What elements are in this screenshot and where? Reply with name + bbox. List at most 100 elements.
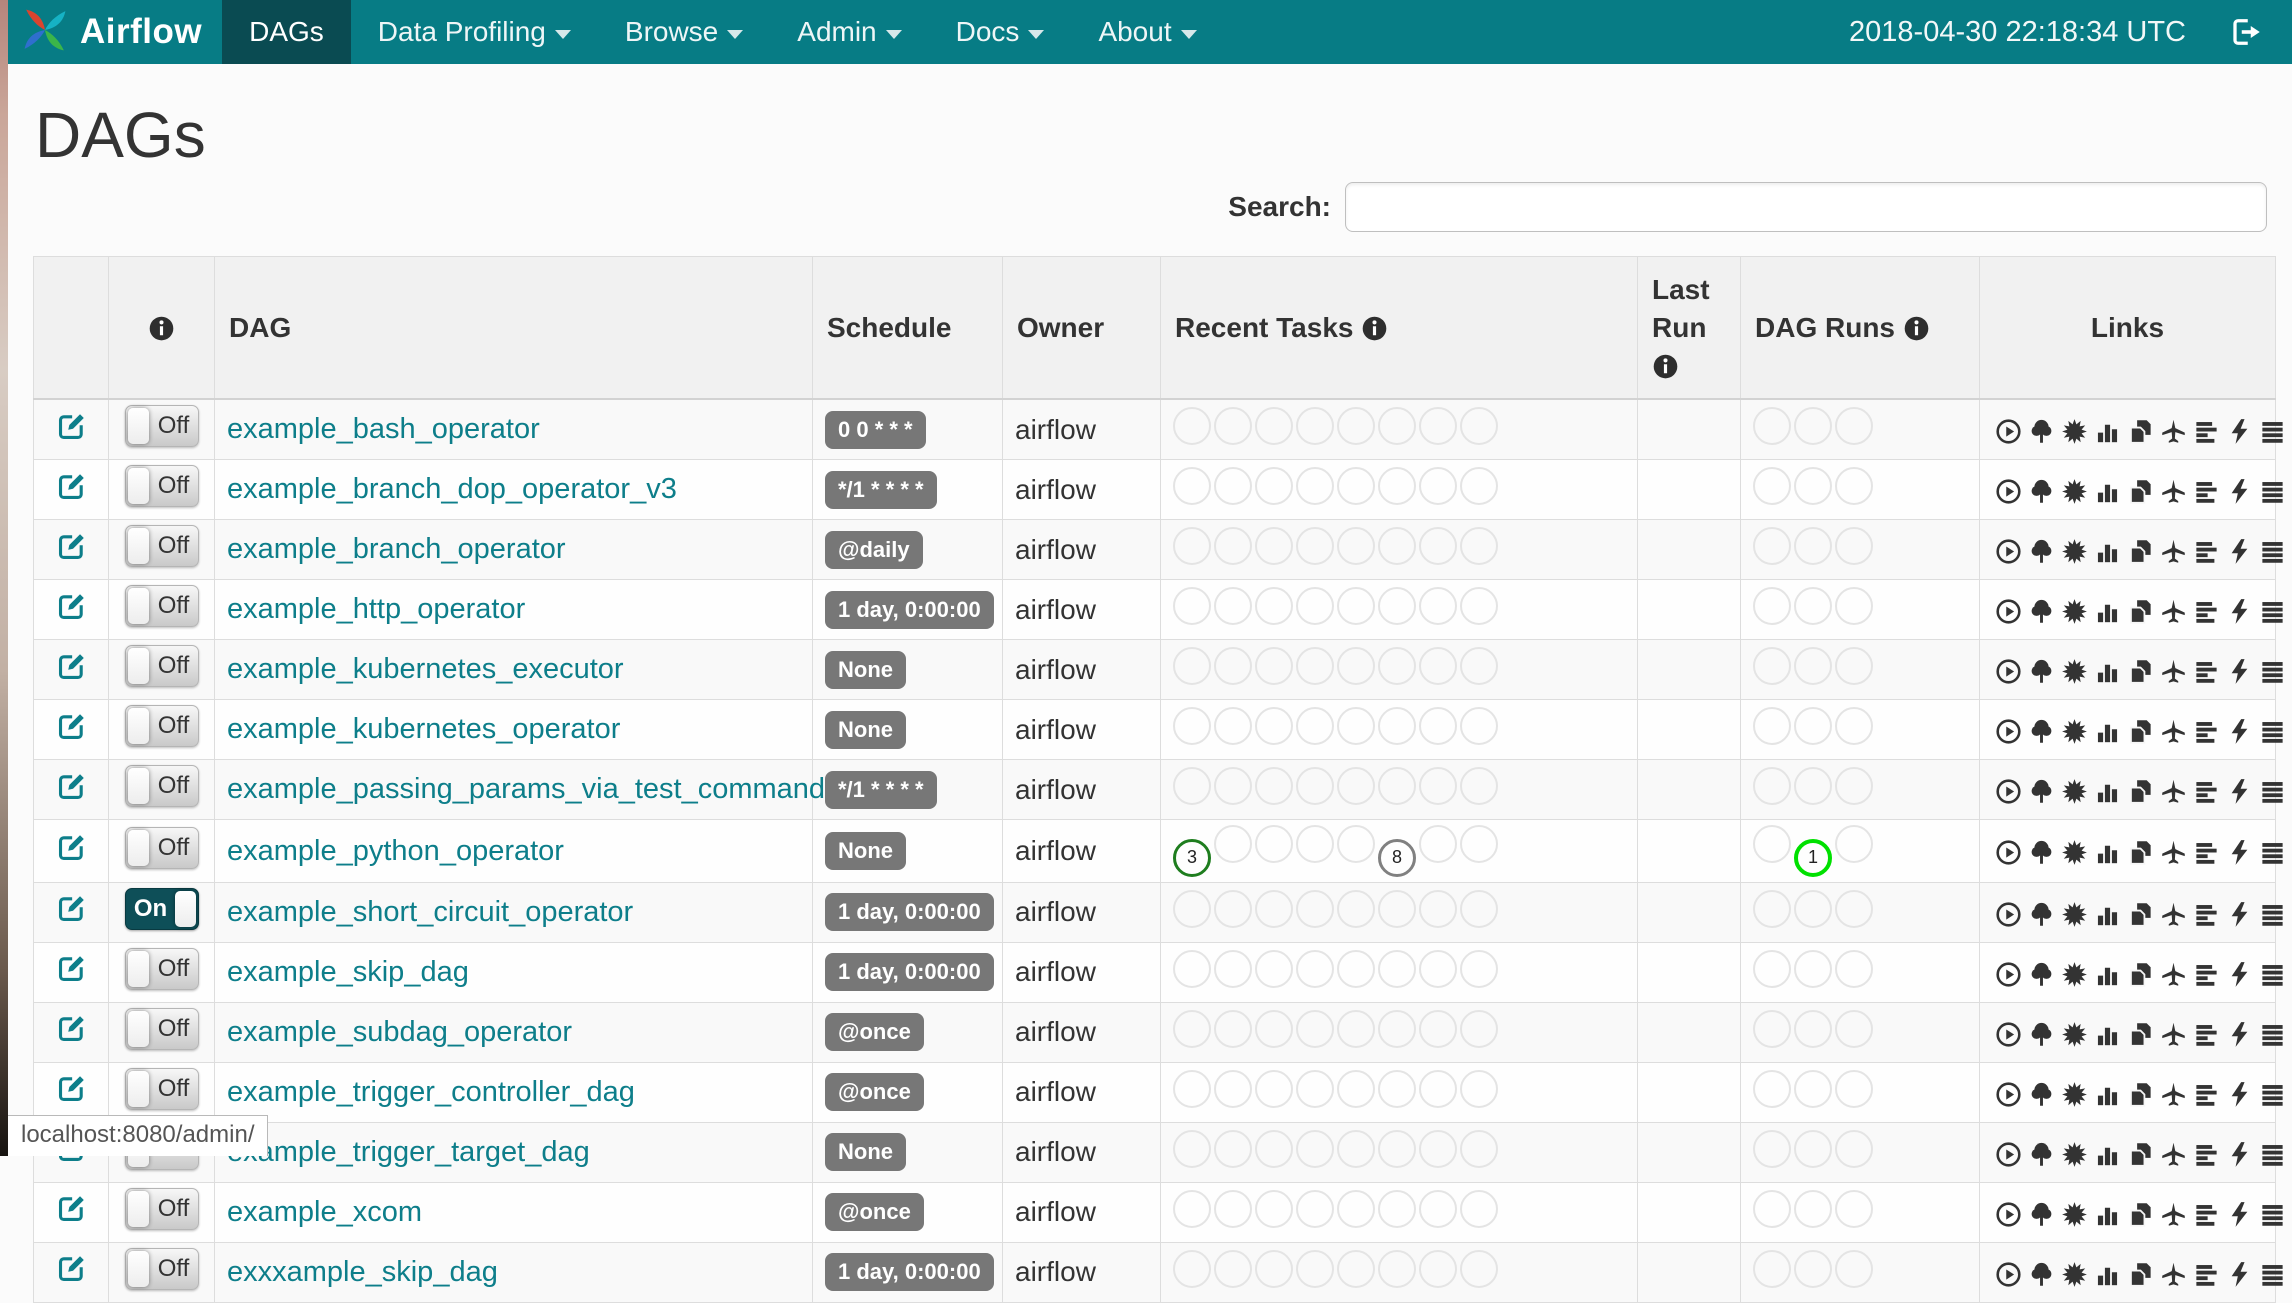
dag-run-circle[interactable] bbox=[1794, 767, 1832, 806]
logs-icon[interactable] bbox=[2259, 534, 2286, 566]
landing-times-icon[interactable] bbox=[2160, 1256, 2187, 1288]
task-state-circle[interactable] bbox=[1214, 467, 1252, 506]
task-state-circle[interactable] bbox=[1378, 1129, 1416, 1168]
trigger-dag-icon[interactable] bbox=[1995, 835, 2022, 867]
gantt-view-icon[interactable] bbox=[2193, 654, 2220, 686]
task-state-circle[interactable] bbox=[1296, 767, 1334, 806]
dag-link[interactable]: example_kubernetes_operator bbox=[227, 713, 620, 745]
logs-icon[interactable] bbox=[2259, 956, 2286, 988]
task-state-circle[interactable] bbox=[1173, 707, 1211, 746]
task-duration-icon[interactable] bbox=[2094, 774, 2121, 806]
dag-run-circle[interactable] bbox=[1753, 767, 1791, 806]
task-state-circle[interactable] bbox=[1296, 1249, 1334, 1288]
dag-run-circle[interactable] bbox=[1794, 587, 1832, 626]
task-state-circle[interactable] bbox=[1337, 767, 1375, 806]
task-state-circle[interactable] bbox=[1378, 527, 1416, 566]
dag-pause-toggle[interactable]: Off bbox=[124, 1067, 199, 1110]
task-state-circle[interactable] bbox=[1173, 767, 1211, 806]
task-state-circle[interactable] bbox=[1255, 1189, 1293, 1228]
gantt-view-icon[interactable] bbox=[2193, 1016, 2220, 1048]
tree-view-icon[interactable] bbox=[2028, 594, 2055, 626]
task-state-circle[interactable] bbox=[1214, 889, 1252, 928]
dag-pause-toggle[interactable]: Off bbox=[124, 645, 199, 688]
tree-view-icon[interactable] bbox=[2028, 1256, 2055, 1288]
nav-item-dags[interactable]: DAGs bbox=[222, 0, 351, 64]
dag-run-circle[interactable] bbox=[1753, 527, 1791, 566]
task-state-circle[interactable] bbox=[1419, 1129, 1457, 1168]
nav-item-browse[interactable]: Browse bbox=[598, 0, 770, 64]
task-state-circle[interactable] bbox=[1255, 587, 1293, 626]
task-state-circle[interactable] bbox=[1337, 949, 1375, 988]
dag-link[interactable]: example_bash_operator bbox=[227, 413, 540, 445]
task-state-circle[interactable] bbox=[1296, 1009, 1334, 1048]
task-state-circle[interactable] bbox=[1296, 1129, 1334, 1168]
tree-view-icon[interactable] bbox=[2028, 414, 2055, 446]
task-state-circle[interactable] bbox=[1296, 1189, 1334, 1228]
gantt-view-icon[interactable] bbox=[2193, 474, 2220, 506]
search-input[interactable] bbox=[1345, 182, 2267, 232]
code-view-icon[interactable] bbox=[2226, 1256, 2253, 1288]
task-state-circle[interactable] bbox=[1173, 1069, 1211, 1108]
edit-dag-icon[interactable] bbox=[56, 1193, 87, 1224]
task-state-circle[interactable] bbox=[1460, 949, 1498, 988]
landing-times-icon[interactable] bbox=[2160, 714, 2187, 746]
dag-run-circle[interactable] bbox=[1835, 1249, 1873, 1288]
edit-dag-icon[interactable] bbox=[56, 531, 87, 562]
task-state-circle[interactable] bbox=[1419, 1009, 1457, 1048]
task-tries-icon[interactable] bbox=[2127, 414, 2154, 446]
task-state-circle[interactable] bbox=[1460, 1189, 1498, 1228]
graph-view-icon[interactable] bbox=[2061, 774, 2088, 806]
task-state-circle[interactable] bbox=[1378, 1189, 1416, 1228]
dag-link[interactable]: example_branch_dop_operator_v3 bbox=[227, 473, 677, 505]
dag-run-circle[interactable] bbox=[1835, 1009, 1873, 1048]
task-state-circle[interactable] bbox=[1378, 1249, 1416, 1288]
edit-dag-icon[interactable] bbox=[56, 411, 87, 442]
tree-view-icon[interactable] bbox=[2028, 654, 2055, 686]
dag-run-circle[interactable] bbox=[1794, 527, 1832, 566]
tree-view-icon[interactable] bbox=[2028, 896, 2055, 928]
edit-dag-icon[interactable] bbox=[56, 893, 87, 924]
logs-icon[interactable] bbox=[2259, 414, 2286, 446]
task-state-circle[interactable] bbox=[1419, 707, 1457, 746]
task-state-circle[interactable] bbox=[1255, 1069, 1293, 1108]
dag-link[interactable]: example_subdag_operator bbox=[227, 1016, 572, 1048]
gantt-view-icon[interactable] bbox=[2193, 1076, 2220, 1108]
edit-dag-icon[interactable] bbox=[56, 953, 87, 984]
task-duration-icon[interactable] bbox=[2094, 1196, 2121, 1228]
dag-run-circle[interactable] bbox=[1794, 407, 1832, 446]
task-state-circle[interactable] bbox=[1460, 467, 1498, 506]
task-state-circle[interactable] bbox=[1255, 467, 1293, 506]
task-state-circle[interactable] bbox=[1173, 647, 1211, 686]
dag-run-circle[interactable] bbox=[1794, 467, 1832, 506]
gantt-view-icon[interactable] bbox=[2193, 534, 2220, 566]
dag-link[interactable]: example_http_operator bbox=[227, 593, 525, 625]
edit-dag-icon[interactable] bbox=[56, 832, 87, 863]
task-duration-icon[interactable] bbox=[2094, 956, 2121, 988]
task-state-circle[interactable] bbox=[1255, 1009, 1293, 1048]
task-state-circle[interactable] bbox=[1337, 407, 1375, 446]
task-tries-icon[interactable] bbox=[2127, 1076, 2154, 1108]
dag-run-circle[interactable] bbox=[1753, 647, 1791, 686]
task-state-circle[interactable] bbox=[1419, 1249, 1457, 1288]
dag-run-circle[interactable] bbox=[1794, 1009, 1832, 1048]
task-state-circle[interactable] bbox=[1173, 527, 1211, 566]
task-state-circle[interactable] bbox=[1419, 527, 1457, 566]
tree-view-icon[interactable] bbox=[2028, 1196, 2055, 1228]
task-state-circle[interactable] bbox=[1378, 647, 1416, 686]
tree-view-icon[interactable] bbox=[2028, 1136, 2055, 1168]
dag-run-circle[interactable] bbox=[1835, 527, 1873, 566]
trigger-dag-icon[interactable] bbox=[1995, 414, 2022, 446]
graph-view-icon[interactable] bbox=[2061, 1196, 2088, 1228]
task-state-circle[interactable] bbox=[1296, 407, 1334, 446]
edit-dag-icon[interactable] bbox=[56, 1013, 87, 1044]
trigger-dag-icon[interactable] bbox=[1995, 594, 2022, 626]
task-tries-icon[interactable] bbox=[2127, 896, 2154, 928]
dag-link[interactable]: example_kubernetes_executor bbox=[227, 653, 624, 685]
task-state-circle[interactable] bbox=[1378, 889, 1416, 928]
task-state-circle[interactable] bbox=[1419, 467, 1457, 506]
dag-run-circle[interactable] bbox=[1835, 1129, 1873, 1168]
task-state-circle[interactable] bbox=[1173, 889, 1211, 928]
trigger-dag-icon[interactable] bbox=[1995, 1076, 2022, 1108]
gantt-view-icon[interactable] bbox=[2193, 1196, 2220, 1228]
dag-link[interactable]: example_trigger_target_dag bbox=[227, 1136, 590, 1168]
